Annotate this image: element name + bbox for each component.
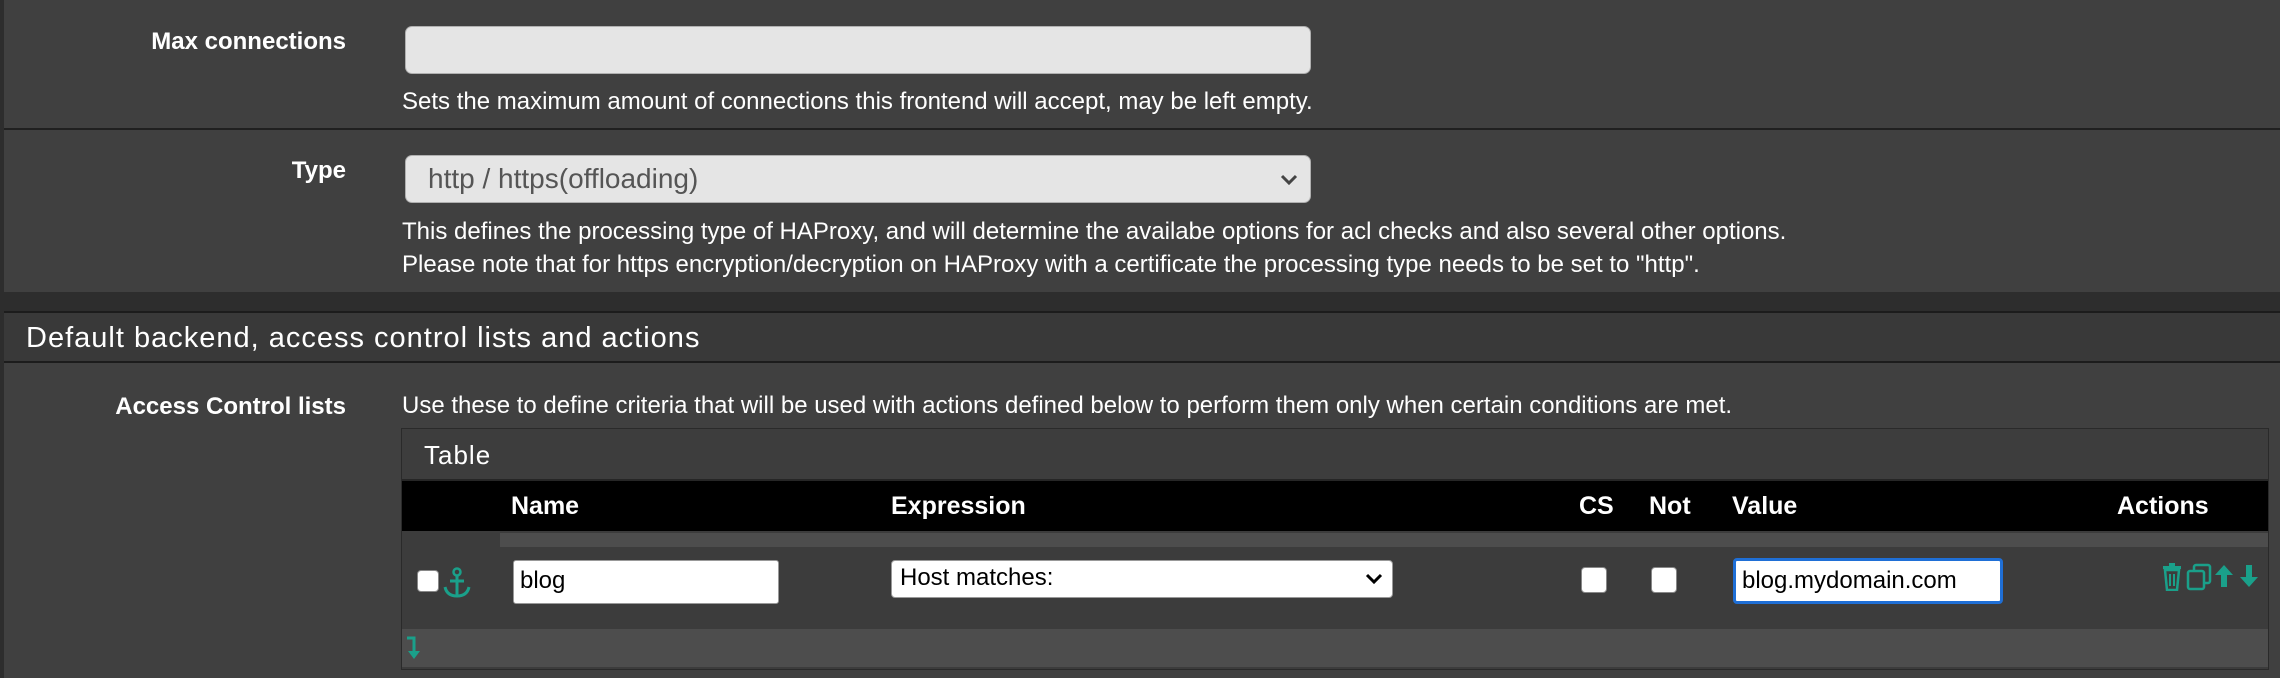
type-select-value: http / https(offloading) bbox=[428, 163, 699, 194]
type-label: Type bbox=[291, 157, 346, 184]
move-up-icon[interactable] bbox=[2213, 563, 2235, 589]
acl-table-title: Table bbox=[424, 440, 492, 470]
copy-icon[interactable] bbox=[2186, 563, 2212, 591]
section-header: Default backend, access control lists an… bbox=[4, 311, 2280, 363]
type-help-line2: Please note that for https encryption/de… bbox=[402, 251, 1700, 278]
column-expression: Expression bbox=[891, 492, 1026, 520]
column-value: Value bbox=[1732, 492, 1798, 520]
chevron-down-icon bbox=[1365, 573, 1383, 585]
column-name: Name bbox=[511, 492, 580, 520]
section-title: Default backend, access control lists an… bbox=[26, 322, 701, 354]
acl-help: Use these to define criteria that will b… bbox=[402, 392, 1733, 419]
max-connections-label: Max connections bbox=[151, 28, 346, 55]
type-row: Type http / https(offloading) This defin… bbox=[4, 128, 2280, 292]
acl-table-panel: Table Name Expression CS Not Value Actio… bbox=[401, 428, 2269, 670]
table-footer bbox=[402, 629, 2268, 667]
table-row: blog Host matches: blog.mydomain.com bbox=[402, 551, 2268, 613]
max-connections-row: Max connections Sets the maximum amount … bbox=[4, 0, 2280, 128]
max-connections-input[interactable] bbox=[405, 26, 1311, 74]
acl-label: Access Control lists bbox=[115, 393, 346, 420]
column-cs: CS bbox=[1579, 492, 1614, 520]
type-select[interactable]: http / https(offloading) bbox=[405, 155, 1311, 203]
row-select-checkbox[interactable] bbox=[417, 570, 439, 592]
type-help-line1: This defines the processing type of HAPr… bbox=[402, 218, 1787, 245]
table-spacer bbox=[500, 533, 2268, 547]
acl-cs-checkbox[interactable] bbox=[1581, 567, 1607, 593]
acl-table-columns: Name Expression CS Not Value Actions bbox=[402, 481, 2268, 531]
acl-not-checkbox[interactable] bbox=[1651, 567, 1677, 593]
acl-expression-select[interactable]: Host matches: bbox=[891, 560, 1393, 598]
acl-value-input[interactable]: blog.mydomain.com bbox=[1733, 558, 2003, 604]
delete-icon[interactable] bbox=[2161, 563, 2183, 591]
max-connections-help: Sets the maximum amount of connections t… bbox=[402, 88, 1313, 115]
move-down-icon[interactable] bbox=[2238, 563, 2260, 589]
column-not: Not bbox=[1649, 492, 1691, 520]
column-actions: Actions bbox=[2117, 492, 2209, 520]
acl-table-header: Table bbox=[402, 429, 2268, 481]
chevron-down-icon bbox=[1280, 174, 1298, 186]
acl-name-input[interactable]: blog bbox=[513, 560, 779, 604]
acl-expression-value: Host matches: bbox=[900, 564, 1054, 591]
insert-row-icon[interactable] bbox=[404, 635, 422, 661]
anchor-icon[interactable] bbox=[442, 567, 472, 599]
